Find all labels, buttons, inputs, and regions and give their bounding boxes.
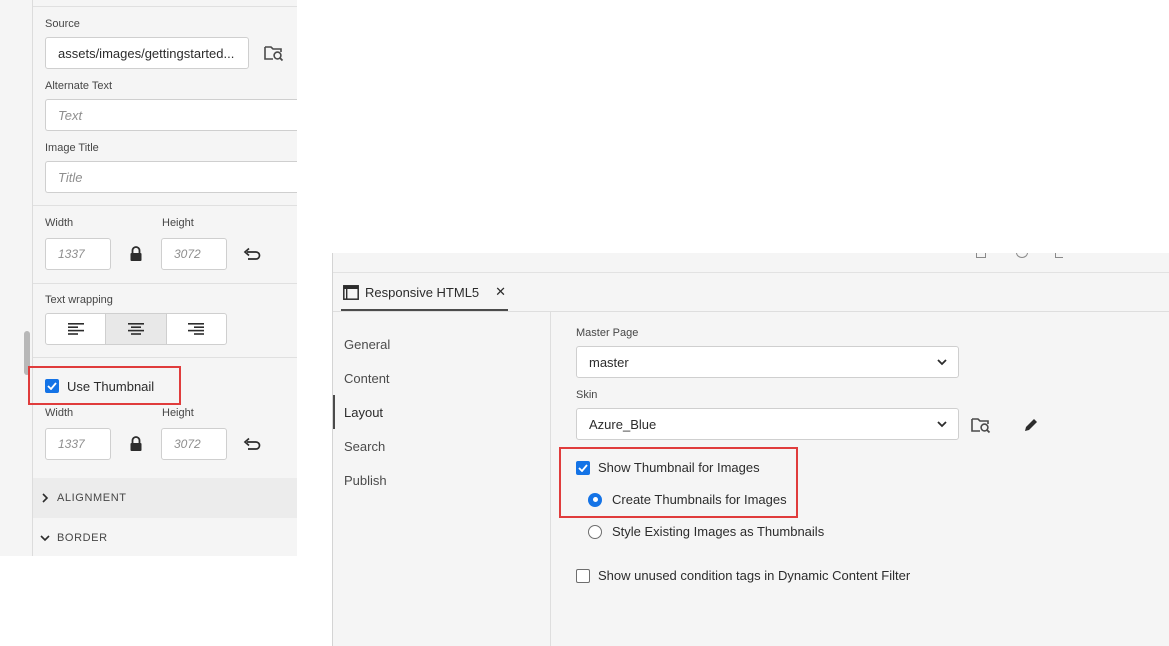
width-label: Width	[45, 217, 74, 229]
divider	[33, 357, 297, 358]
edit-skin-icon[interactable]	[1021, 415, 1041, 435]
text-wrapping-group	[45, 313, 227, 345]
toolbar-icon[interactable]	[1016, 253, 1028, 258]
chevron-down-icon	[33, 534, 57, 542]
thumb-width-input[interactable]: 1337	[45, 428, 111, 460]
toolbar-strip	[333, 253, 1169, 273]
section-alignment-label: ALIGNMENT	[57, 492, 127, 504]
style-existing-radio[interactable]	[588, 524, 602, 539]
section-border[interactable]: BORDER	[33, 518, 297, 556]
style-existing-label: Style Existing Images as Thumbnails	[612, 524, 825, 539]
align-center-icon	[127, 323, 144, 335]
divider	[33, 6, 297, 7]
image-title-label: Image Title	[45, 142, 99, 154]
tab-responsive-html5[interactable]: Responsive HTML5 ✕	[341, 275, 508, 311]
divider	[33, 205, 297, 206]
unused-tags-label: Show unused condition tags in Dynamic Co…	[598, 568, 911, 583]
align-left-icon	[67, 323, 84, 335]
alt-text-label: Alternate Text	[45, 80, 113, 92]
nav-item-layout[interactable]: Layout	[333, 395, 549, 429]
wrap-right-button[interactable]	[167, 314, 226, 344]
reset-size-icon[interactable]	[241, 245, 263, 263]
align-right-icon	[188, 323, 205, 335]
lock-icon[interactable]	[127, 435, 145, 453]
source-input[interactable]: assets/images/gettingstarted...	[45, 37, 249, 69]
wrap-center-button[interactable]	[106, 314, 167, 344]
skin-select[interactable]: Azure_Blue	[576, 408, 959, 440]
nav-item-general[interactable]: General	[333, 327, 549, 361]
toolbar-icon[interactable]	[1055, 253, 1063, 258]
nav-item-search[interactable]: Search	[333, 429, 549, 463]
section-alignment[interactable]: ALIGNMENT	[33, 478, 297, 518]
tab-title: Responsive HTML5	[365, 284, 480, 300]
browse-skin-icon[interactable]	[970, 415, 992, 435]
nav-item-publish[interactable]: Publish	[333, 463, 549, 497]
image-title-input[interactable]: Title	[45, 161, 297, 193]
width-input[interactable]: 1337	[45, 238, 111, 270]
divider	[33, 283, 297, 284]
height-input[interactable]: 3072	[161, 238, 227, 270]
image-properties-panel: Source assets/images/gettingstarted... A…	[0, 0, 297, 556]
window-icon	[343, 284, 359, 300]
close-tab-icon[interactable]: ✕	[495, 284, 506, 300]
alt-text-input[interactable]: Text	[45, 99, 297, 131]
settings-nav: General Content Layout Search Publish	[333, 312, 551, 646]
style-existing-option[interactable]: Style Existing Images as Thumbnails	[588, 524, 824, 539]
unused-tags-option[interactable]: Show unused condition tags in Dynamic Co…	[576, 568, 910, 583]
wrap-left-button[interactable]	[46, 314, 107, 344]
height-label: Height	[162, 217, 194, 229]
text-wrapping-label: Text wrapping	[45, 294, 113, 306]
panel-gutter	[0, 0, 33, 556]
skin-label: Skin	[576, 389, 598, 401]
thumb-width-label: Width	[45, 407, 74, 419]
toolbar-icon[interactable]	[976, 253, 986, 258]
properties-content: Source assets/images/gettingstarted... A…	[33, 0, 297, 556]
chevron-down-icon	[937, 421, 947, 428]
highlight-use-thumbnail	[28, 366, 181, 405]
highlight-thumbnail-options	[559, 447, 798, 518]
lock-icon[interactable]	[127, 245, 145, 263]
source-label: Source	[45, 18, 80, 30]
master-page-label: Master Page	[576, 327, 639, 339]
nav-item-content[interactable]: Content	[333, 361, 549, 395]
chevron-right-icon	[33, 493, 57, 503]
master-page-select[interactable]: master	[576, 346, 959, 378]
chevron-down-icon	[937, 359, 947, 366]
section-border-label: BORDER	[57, 532, 108, 544]
master-page-value: master	[589, 354, 629, 370]
browse-folder-icon[interactable]	[263, 43, 285, 63]
skin-value: Azure_Blue	[589, 416, 657, 432]
thumb-height-input[interactable]: 3072	[161, 428, 227, 460]
unused-tags-checkbox[interactable]	[576, 568, 590, 583]
thumb-height-label: Height	[162, 407, 194, 419]
reset-size-icon[interactable]	[241, 435, 263, 453]
